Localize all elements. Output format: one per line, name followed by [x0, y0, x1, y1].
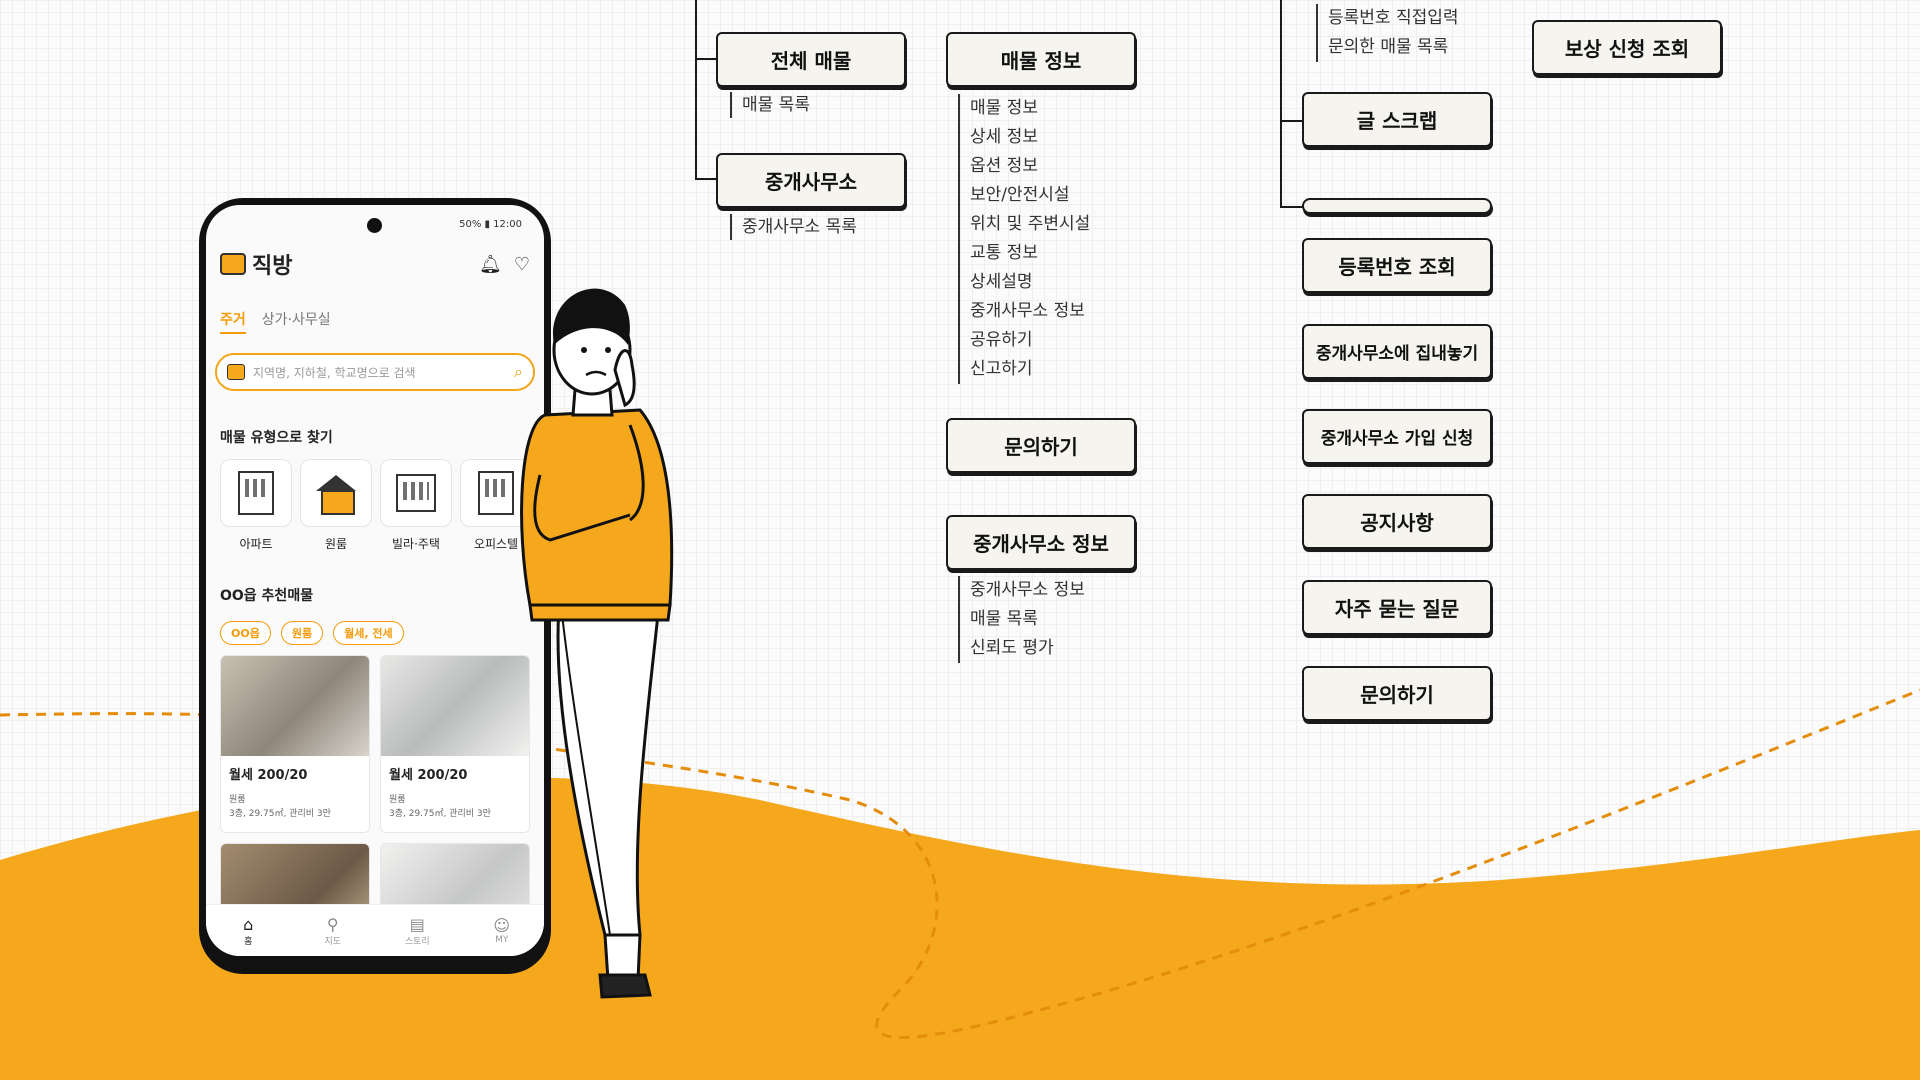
filter-chips: OO읍 원룸 월세, 전세	[220, 621, 404, 645]
type-label: 아파트	[239, 537, 273, 551]
listing-card[interactable]: 월세 200/20 원룸 3층, 29.75㎡, 관리비 3만	[220, 655, 370, 833]
sub-item: 중개사무소 목록	[742, 217, 857, 237]
bottom-nav: ⌂ 홈 ⚲ 지도 ▤ 스토리 ☺ MY	[206, 904, 544, 956]
tree-line	[695, 178, 717, 180]
listing-detail: 3층, 29.75㎡, 관리비 3만	[389, 809, 491, 819]
listing-info-sublist: 매물 정보 상세 정보 옵션 정보 보안/안전시설 위치 및 주변시설 교통 정…	[958, 94, 1090, 384]
listing-photo	[221, 656, 369, 756]
listing-kind: 원룸	[389, 795, 406, 805]
search-logo-icon	[227, 364, 245, 380]
listing-price: 월세 200/20	[229, 768, 308, 783]
listing-photo	[381, 656, 529, 756]
sub-item: 문의한 매물 목록	[1328, 37, 1449, 57]
sub-item: 옵션 정보	[970, 156, 1038, 176]
sub-item: 중개사무소 정보	[970, 301, 1085, 321]
search-input[interactable]: 지역명, 지하철, 학교명으로 검색	[253, 364, 514, 381]
nav-label: 지도	[324, 936, 342, 947]
sub-item: 보안/안전시설	[970, 185, 1070, 205]
story-icon: ▤	[409, 914, 425, 934]
node-agency-info[interactable]: 중개사무소 정보	[946, 515, 1136, 570]
listing-detail: 3층, 29.75㎡, 관리비 3만	[229, 809, 331, 819]
listing-cards: 월세 200/20 원룸 3층, 29.75㎡, 관리비 3만 월세 200/2…	[220, 655, 530, 923]
phone-screen: 50% ▮ 12:00 직방 🔔︎ ♡ 주거 상가·사무실 지역명, 지하철, …	[206, 205, 544, 956]
nav-label: 홈	[244, 936, 253, 947]
node-all-listings[interactable]: 전체 매물	[716, 32, 906, 87]
nav-home[interactable]: ⌂ 홈	[218, 915, 278, 947]
node-inquiry-2[interactable]: 문의하기	[1302, 666, 1492, 721]
chip-region[interactable]: OO읍	[220, 621, 271, 645]
sub-item: 등록번호 직접입력	[1328, 8, 1459, 28]
sub-item: 매물 목록	[742, 95, 810, 115]
tree-line	[1280, 120, 1304, 122]
bell-icon[interactable]: 🔔︎	[479, 254, 502, 275]
home-icon: ⌂	[243, 914, 254, 934]
nav-map[interactable]: ⚲ 지도	[303, 915, 363, 947]
tab-commercial[interactable]: 상가·사무실	[262, 309, 331, 334]
type-villa[interactable]: 빌라·주택	[380, 459, 452, 552]
node-scrap[interactable]: 글 스크랩	[1302, 92, 1492, 147]
node-listing-info[interactable]: 매물 정보	[946, 32, 1136, 87]
sub-item: 신고하기	[970, 359, 1033, 379]
type-label: 빌라·주택	[392, 537, 440, 551]
node-empty[interactable]	[1302, 198, 1492, 214]
villa-icon	[396, 474, 436, 512]
type-apartment[interactable]: 아파트	[220, 459, 292, 552]
all-listings-sublist: 매물 목록	[730, 92, 810, 118]
node-agencies[interactable]: 중개사무소	[716, 153, 906, 208]
listing-price: 월세 200/20	[389, 768, 468, 783]
apartment-icon	[238, 471, 274, 515]
sub-item: 교통 정보	[970, 243, 1038, 263]
top-sublist: 등록번호 직접입력 문의한 매물 목록	[1316, 4, 1459, 62]
sub-item: 상세 정보	[970, 127, 1038, 147]
nav-label: MY	[495, 935, 509, 945]
node-faq[interactable]: 자주 묻는 질문	[1302, 580, 1492, 635]
sub-item: 신뢰도 평가	[970, 638, 1054, 658]
agencies-sublist: 중개사무소 목록	[730, 214, 857, 240]
tree-line	[1280, 206, 1304, 208]
category-tabs: 주거 상가·사무실	[220, 309, 331, 334]
tree-line	[695, 58, 717, 60]
chip-rent-type[interactable]: 월세, 전세	[333, 621, 404, 645]
nav-story[interactable]: ▤ 스토리	[387, 915, 447, 947]
agency-info-sublist: 중개사무소 정보 매물 목록 신뢰도 평가	[958, 576, 1085, 663]
sub-item: 매물 목록	[970, 609, 1038, 629]
nav-label: 스토리	[404, 936, 430, 947]
type-label: 오피스텔	[473, 537, 519, 551]
map-pin-icon: ⚲	[326, 914, 339, 934]
node-inquiry[interactable]: 문의하기	[946, 418, 1136, 473]
tab-residential[interactable]: 주거	[220, 309, 246, 334]
sub-item: 매물 정보	[970, 98, 1038, 118]
heart-icon[interactable]: ♡	[514, 254, 530, 275]
sub-item: 공유하기	[970, 330, 1033, 350]
chip-room-type[interactable]: 원룸	[280, 621, 324, 645]
node-comp-lookup[interactable]: 보상 신청 조회	[1532, 20, 1722, 75]
node-agency-signup[interactable]: 중개사무소 가입 신청	[1302, 409, 1492, 464]
house-icon	[316, 475, 356, 515]
type-oneroom[interactable]: 원룸	[300, 459, 372, 552]
app-logo-icon	[220, 253, 246, 275]
sub-item: 상세설명	[970, 272, 1033, 292]
search-bar[interactable]: 지역명, 지하철, 학교명으로 검색 ⌕	[215, 353, 535, 391]
app-name: 직방	[252, 254, 293, 279]
sub-item: 위치 및 주변시설	[970, 214, 1091, 234]
type-section-title: 매물 유형으로 찾기	[220, 430, 333, 446]
node-reg-lookup[interactable]: 등록번호 조회	[1302, 238, 1492, 293]
node-list-with-agency[interactable]: 중개사무소에 집내놓기	[1302, 324, 1492, 379]
type-label: 원룸	[324, 537, 348, 551]
type-grid: 아파트 원룸 빌라·주택 오피스텔	[220, 459, 532, 552]
tree-line	[695, 0, 697, 180]
listing-kind: 원룸	[229, 795, 246, 805]
node-notice[interactable]: 공지사항	[1302, 494, 1492, 549]
listing-card[interactable]: 월세 200/20 원룸 3층, 29.75㎡, 관리비 3만	[380, 655, 530, 833]
officetel-icon	[478, 471, 514, 515]
tree-line	[1280, 0, 1282, 208]
recommend-title: OO읍 추천매물	[220, 588, 314, 604]
app-header: 직방 🔔︎ ♡	[220, 248, 530, 280]
camera-hole	[367, 218, 382, 233]
status-bar: 50% ▮ 12:00	[459, 219, 522, 230]
sub-item: 중개사무소 정보	[970, 580, 1085, 600]
thinking-person-illustration	[520, 288, 674, 999]
